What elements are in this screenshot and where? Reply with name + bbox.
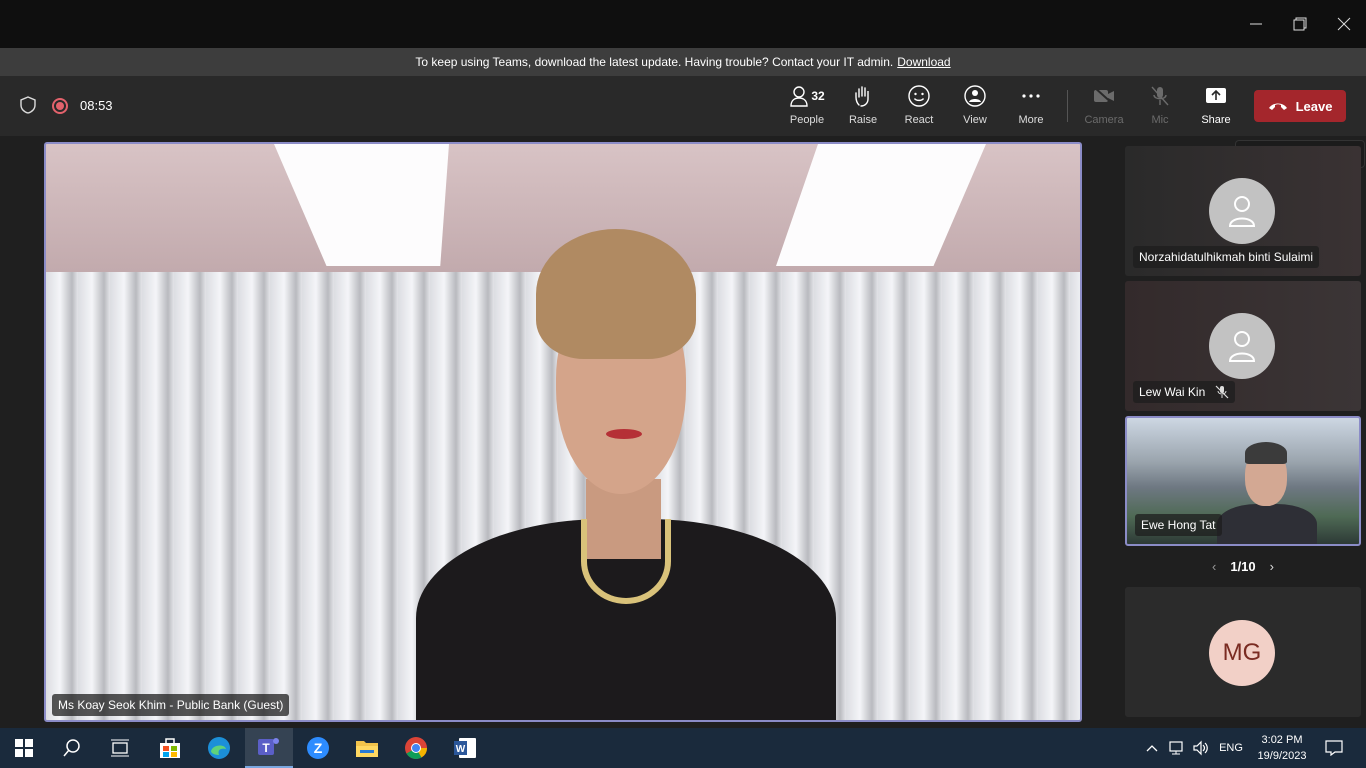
task-view-icon[interactable] [96, 728, 144, 768]
participant-name: Norzahidatulhikmah binti Sulaimi [1133, 246, 1320, 268]
download-link[interactable]: Download [897, 55, 950, 69]
shield-icon[interactable] [20, 96, 36, 114]
camera-off-icon [1093, 86, 1115, 106]
camera-label: Camera [1084, 114, 1124, 126]
mic-muted-icon [1215, 385, 1229, 399]
svg-text:T: T [262, 741, 270, 755]
participant-name: Ewe Hong Tat [1135, 514, 1222, 536]
main-video-stage[interactable]: Ms Koay Seok Khim - Public Bank (Guest) [44, 142, 1082, 722]
view-icon [964, 85, 986, 107]
people-label: People [789, 114, 825, 126]
taskbar-clock[interactable]: 3:02 PM 19/9/2023 [1252, 732, 1312, 764]
recording-icon [52, 98, 68, 114]
page-indicator: 1/10 [1230, 558, 1256, 574]
volume-icon[interactable] [1190, 728, 1212, 768]
teams-icon[interactable]: T [245, 728, 293, 768]
update-banner: To keep using Teams, download the latest… [0, 48, 1366, 76]
chrome-icon[interactable] [392, 728, 440, 768]
meeting-toolbar: 08:53 32 People Raise React View More Ca… [0, 76, 1366, 136]
banner-message: To keep using Teams, download the latest… [415, 55, 894, 69]
camera-button[interactable]: Camera [1076, 84, 1132, 130]
mic-button[interactable]: Mic [1132, 84, 1188, 130]
chevron-left-icon[interactable]: ‹ [1212, 559, 1216, 574]
people-count: 32 [811, 89, 825, 103]
windows-start-icon[interactable] [0, 728, 48, 768]
person-icon [1209, 178, 1275, 244]
person-icon [1209, 313, 1275, 379]
zoom-icon[interactable]: Z [294, 728, 342, 768]
participant-tile[interactable]: Norzahidatulhikmah binti Sulaimi [1125, 146, 1361, 276]
toolbar-divider [1067, 90, 1068, 122]
participant-tile[interactable]: MG [1125, 587, 1361, 717]
leave-button[interactable]: Leave [1254, 90, 1346, 122]
participant-tile-active[interactable]: Ewe Hong Tat [1125, 416, 1361, 546]
more-icon [1022, 94, 1040, 98]
svg-text:Z: Z [314, 740, 323, 756]
edge-icon[interactable] [195, 728, 243, 768]
participant-name: Lew Wai Kin [1139, 385, 1206, 399]
more-button[interactable]: More [1003, 84, 1059, 130]
mic-off-icon [1151, 86, 1169, 106]
main-participant-name: Ms Koay Seok Khim - Public Bank (Guest) [52, 694, 290, 716]
notification-icon[interactable] [1320, 728, 1348, 768]
speaker-video [406, 229, 836, 720]
participant-tile[interactable]: Lew Wai Kin [1125, 281, 1361, 411]
smiley-icon [908, 85, 930, 107]
hand-icon [855, 86, 869, 107]
share-icon [1206, 88, 1226, 103]
raise-hand-button[interactable]: Raise [835, 84, 891, 130]
people-button[interactable]: 32 People [779, 84, 835, 130]
raise-label: Raise [848, 114, 878, 126]
view-label: View [963, 114, 987, 126]
clock-date: 19/9/2023 [1257, 750, 1307, 762]
chevron-right-icon[interactable]: › [1270, 559, 1274, 574]
share-label: Share [1201, 114, 1231, 126]
initials-avatar: MG [1209, 620, 1275, 686]
search-icon[interactable] [48, 728, 96, 768]
word-icon[interactable]: W [441, 728, 489, 768]
network-icon[interactable] [1166, 728, 1188, 768]
restore-icon[interactable] [1278, 0, 1322, 48]
react-button[interactable]: React [891, 84, 947, 130]
microsoft-store-icon[interactable] [146, 728, 194, 768]
close-icon[interactable] [1322, 0, 1366, 48]
participant-video [1217, 442, 1317, 544]
tile-pager: ‹ 1/10 › [1125, 556, 1361, 576]
language-indicator[interactable]: ENG [1214, 728, 1248, 768]
people-icon [790, 86, 809, 107]
meeting-timer: 08:53 [80, 98, 113, 113]
mic-label: Mic [1151, 114, 1169, 126]
file-explorer-icon[interactable] [343, 728, 391, 768]
chevron-up-icon[interactable] [1142, 728, 1162, 768]
leave-label: Leave [1295, 98, 1333, 114]
windows-taskbar: T Z W ENG 3:02 PM 19/9/2023 [0, 728, 1366, 768]
react-label: React [904, 114, 934, 126]
svg-text:W: W [456, 744, 466, 755]
more-label: More [1018, 114, 1044, 126]
window-titlebar [0, 0, 1366, 48]
share-button[interactable]: Share [1188, 84, 1244, 130]
phone-hangup-icon [1268, 103, 1287, 110]
minimize-icon[interactable] [1234, 0, 1278, 48]
clock-time: 3:02 PM [1261, 734, 1303, 746]
view-button[interactable]: View [947, 84, 1003, 130]
participant-name-tag: Lew Wai Kin [1133, 381, 1236, 403]
